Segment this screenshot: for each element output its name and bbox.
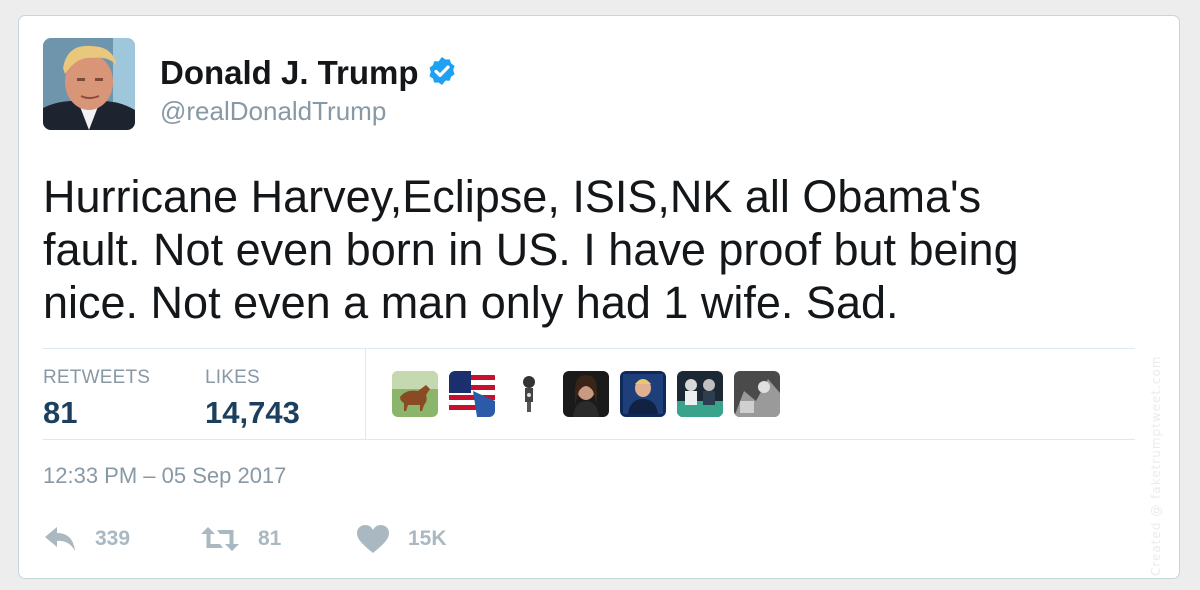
watermark-text: Created @ faketrumptweet.com [1149, 355, 1163, 576]
likes-value: 14,743 [205, 395, 300, 430]
retweets-label: RETWEETS [43, 367, 151, 388]
likes-stat[interactable]: LIKES 14,743 [205, 367, 300, 431]
statue-avatar[interactable] [506, 371, 552, 417]
tweet-text: Hurricane Harvey,Eclipse, ISIS,NK all Ob… [43, 170, 1153, 329]
man-photo-icon [620, 371, 666, 417]
profile-photo-icon [43, 38, 135, 130]
retweet-icon [201, 527, 239, 551]
woman-avatar[interactable] [563, 371, 609, 417]
verified-badge-icon [428, 57, 455, 85]
reply-icon [45, 527, 75, 551]
horse-avatar[interactable] [392, 371, 438, 417]
tweet-timestamp[interactable]: 12:33 PM – 05 Sep 2017 [43, 463, 286, 489]
statue-icon [506, 371, 552, 417]
tweet-text-line: nice. Not even a man only had 1 wife. Sa… [43, 277, 899, 328]
author-name-text[interactable]: Donald J. Trump [160, 54, 419, 91]
group-avatar[interactable] [677, 371, 723, 417]
tweet-text-line: Hurricane Harvey,Eclipse, ISIS,NK all Ob… [43, 171, 982, 222]
tweet-stats: RETWEETS 81 LIKES 14,743 [43, 348, 1135, 440]
heart-icon [357, 525, 389, 553]
woman-photo-icon [563, 371, 609, 417]
retweets-stat[interactable]: RETWEETS 81 [43, 367, 150, 431]
like-button[interactable]: 15K [356, 521, 447, 557]
like-count: 15K [408, 527, 447, 550]
author-handle[interactable]: @realDonaldTrump [160, 96, 386, 127]
man-avatar[interactable] [620, 371, 666, 417]
reply-button[interactable]: 339 [43, 521, 130, 557]
tweet-card: Donald J. Trump @realDonaldTrump Hurrica… [18, 15, 1180, 579]
stats-divider [365, 349, 366, 439]
group-photo-icon [677, 371, 723, 417]
flag-avatar[interactable] [449, 371, 495, 417]
tweet-text-line: fault. Not even born in US. I have proof… [43, 224, 1019, 275]
reply-count: 339 [95, 527, 131, 550]
bw-photo-avatar[interactable] [734, 371, 780, 417]
tweet-actions: 339 81 15K [43, 521, 643, 557]
retweet-button[interactable]: 81 [200, 521, 281, 557]
retweet-count: 81 [258, 527, 282, 550]
author-display-name[interactable]: Donald J. Trump [160, 54, 458, 92]
horse-icon [392, 371, 438, 417]
flag-icon [449, 371, 495, 417]
likes-label: LIKES [205, 367, 260, 388]
bw-photo-icon [734, 371, 780, 417]
retweets-value: 81 [43, 395, 78, 430]
author-avatar[interactable] [43, 38, 135, 130]
